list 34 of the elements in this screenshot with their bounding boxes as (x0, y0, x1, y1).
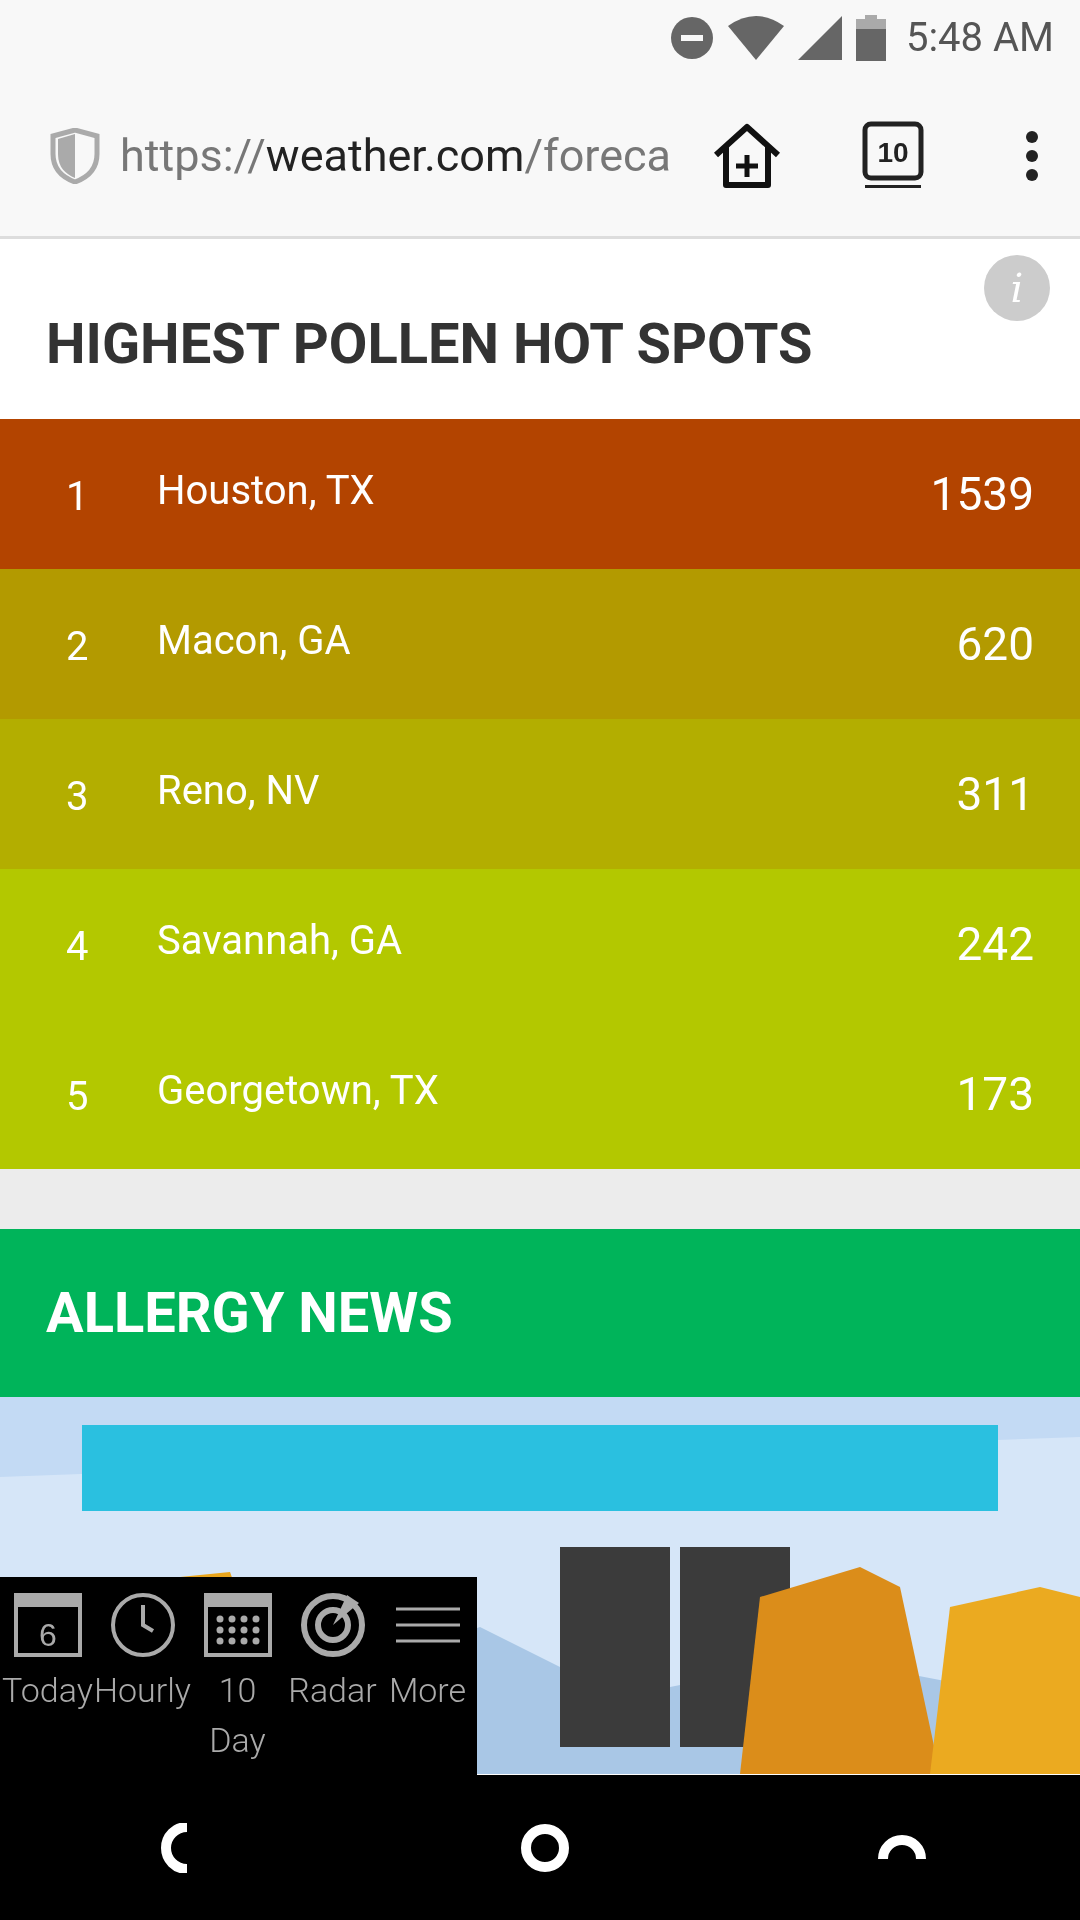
city-name: Macon, GA (157, 616, 352, 664)
city-name: Reno, NV (157, 766, 321, 814)
overflow-menu-icon[interactable] (1024, 129, 1040, 182)
quick-nav-item[interactable]: Radar (285, 1577, 380, 1775)
rank-number: 2 (66, 622, 90, 670)
section-title: HIGHEST POLLEN HOT SPOTS (46, 311, 813, 377)
status-time: 5:48 AM (905, 14, 1054, 61)
city-name: Savannah, GA (157, 916, 404, 964)
pollen-count: 620 (956, 617, 1034, 671)
news-title: ALLERGY NEWS (46, 1280, 453, 1346)
rank-number: 1 (66, 472, 90, 520)
clock-icon (108, 1591, 177, 1659)
pollen-count: 242 (956, 917, 1034, 971)
do-not-disturb-icon (669, 15, 714, 60)
quick-nav-item[interactable]: Hourly (95, 1577, 190, 1775)
pollen-count: 1539 (930, 467, 1034, 521)
day-number: 6 (38, 1617, 57, 1653)
signal-icon (797, 15, 842, 60)
pollen-count: 311 (956, 767, 1034, 821)
quick-nav-item[interactable]: 6 Today (0, 1577, 95, 1775)
url-text[interactable]: https://weather.com/foreca (120, 129, 692, 182)
radar-icon (298, 1591, 367, 1659)
pollen-count: 173 (956, 1067, 1034, 1121)
city-name: Georgetown, TX (157, 1066, 440, 1114)
city-name: Houston, TX (157, 466, 376, 514)
quick-nav-item[interactable]: 10 Day (190, 1577, 285, 1775)
rank-number: 3 (66, 772, 90, 820)
quick-nav-item[interactable]: More (380, 1577, 475, 1775)
calendar-grid-icon (203, 1591, 272, 1659)
battery-icon (855, 14, 886, 61)
rank-number: 5 (66, 1072, 90, 1120)
rank-number: 4 (66, 922, 90, 970)
wifi-icon (727, 15, 784, 60)
home-icon[interactable] (520, 1822, 570, 1873)
